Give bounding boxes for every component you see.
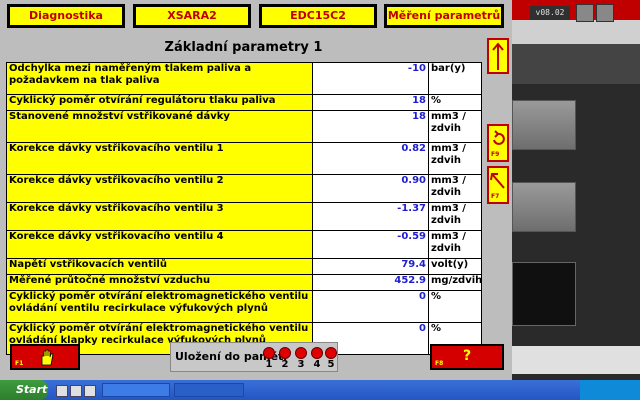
slot-number: 4 — [313, 359, 321, 370]
quicklaunch-icon[interactable] — [84, 385, 96, 397]
background-button — [512, 100, 576, 150]
parameter-label: Cyklický poměr otvírání regulátoru tlaku… — [6, 94, 313, 111]
background-button — [512, 182, 576, 232]
parameter-unit: mm3 / zdvih — [428, 174, 482, 203]
slot-indicator — [325, 347, 337, 359]
parameter-value: 0.82 — [312, 142, 429, 175]
parameter-unit: volt(y) — [428, 258, 482, 275]
parameter-unit: mm3 / zdvih — [428, 230, 482, 259]
tab-ecu[interactable]: EDC15C2 — [259, 4, 377, 28]
taskbar-window[interactable] — [174, 383, 244, 397]
tab-parameters[interactable]: Měření parametrů — [384, 4, 504, 28]
parameter-unit: mm3 / zdvih — [428, 142, 482, 175]
window-control[interactable] — [596, 4, 614, 22]
refresh-icon — [493, 130, 505, 145]
parameter-unit: mm3 / zdvih — [428, 110, 482, 143]
memory-slot-5[interactable]: 5 — [325, 347, 337, 371]
parameter-label: Korekce dávky vstřikovacího ventilu 4 — [6, 230, 313, 259]
slot-number: 1 — [265, 359, 273, 370]
tab-diagnostika[interactable]: Diagnostika — [7, 4, 125, 28]
window-control[interactable] — [576, 4, 594, 22]
parameter-value: 18 — [312, 94, 429, 111]
panel-title: Základní parametry 1 — [164, 40, 323, 55]
taskbar: Start — [0, 380, 640, 400]
graph-button[interactable]: F7 — [487, 166, 509, 204]
background-panel — [512, 346, 640, 374]
background-panel — [512, 20, 640, 44]
parameter-label: Cyklický poměr otvírání elektromagnetick… — [6, 290, 313, 323]
parameter-value: 18 — [312, 110, 429, 143]
quicklaunch-icon[interactable] — [56, 385, 68, 397]
parameter-unit: % — [428, 290, 482, 323]
memory-slot-1[interactable]: 1 — [263, 347, 275, 371]
table-row: Korekce dávky vstřikovacího ventilu 1 0.8… — [6, 142, 482, 175]
parameter-value: -10 — [312, 62, 429, 95]
slot-indicator — [295, 347, 307, 359]
memory-save-panel: Uložení do paměti 1 2 3 4 5 — [170, 342, 338, 372]
key-hint: F1 — [15, 360, 24, 367]
slot-number: 3 — [297, 359, 305, 370]
slot-indicator — [311, 347, 323, 359]
parameter-label: Měřené průtočné množství vzduchu — [6, 274, 313, 291]
slot-number: 5 — [327, 359, 335, 370]
table-row: Korekce dávky vstřikovacího ventilu 3 -1.… — [6, 202, 482, 231]
parameter-label: Korekce dávky vstřikovacího ventilu 2 — [6, 174, 313, 203]
start-button[interactable]: Start — [0, 380, 48, 400]
table-row: Cyklický poměr otvírání regulátoru tlaku… — [6, 94, 482, 111]
memory-slot-4[interactable]: 4 — [311, 347, 323, 371]
key-hint: F9 — [491, 151, 500, 158]
table-row: Korekce dávky vstřikovacího ventilu 4 -0.… — [6, 230, 482, 259]
parameters-table: Odchylka mezi naměřeným tlakem paliva a … — [6, 62, 482, 355]
parameter-unit: bar(y) — [428, 62, 482, 95]
key-hint: F8 — [435, 360, 444, 367]
table-row: Stanovené množství vstřikované dávky 18 mm… — [6, 110, 482, 143]
taskbar-window[interactable] — [102, 383, 170, 397]
table-row: Cyklický poměr otvírání elektromagnetick… — [6, 290, 482, 323]
table-row: Napětí vstřikovacích ventilů 79.4 volt(y) — [6, 258, 482, 275]
help-button[interactable]: ? F8 — [430, 344, 504, 370]
parameter-label: Odchylka mezi naměřeným tlakem paliva a … — [6, 62, 313, 95]
slot-indicator — [279, 347, 291, 359]
parameter-unit: mm3 / zdvih — [428, 202, 482, 231]
system-tray — [580, 380, 640, 400]
parameter-label: Korekce dávky vstřikovacího ventilu 1 — [6, 142, 313, 175]
slot-indicator — [263, 347, 275, 359]
table-row: Korekce dávky vstřikovacího ventilu 2 0.9… — [6, 174, 482, 203]
background-panel-dark — [512, 262, 576, 326]
parameter-unit: % — [428, 94, 482, 111]
parameter-label: Korekce dávky vstřikovacího ventilu 3 — [6, 202, 313, 231]
parameter-label: Stanovené množství vstřikované dávky — [6, 110, 313, 143]
parameter-value: 452.9 — [312, 274, 429, 291]
parameter-label: Napětí vstřikovacích ventilů — [6, 258, 313, 275]
memory-slot-2[interactable]: 2 — [279, 347, 291, 371]
scroll-up-button[interactable] — [487, 38, 509, 74]
parameter-value: 0 — [312, 290, 429, 323]
diagonal-arrow-icon — [490, 173, 505, 189]
version-label: v08.02 — [530, 6, 570, 20]
parameter-value: 79.4 — [312, 258, 429, 275]
hand-icon — [41, 349, 54, 366]
parameter-value: -1.37 — [312, 202, 429, 231]
diagnostic-window: Diagnostika XSARA2 EDC15C2 Měření parame… — [0, 0, 512, 380]
table-row: Měřené průtočné množství vzduchu 452.9 mg/… — [6, 274, 482, 291]
slot-number: 2 — [281, 359, 289, 370]
tab-vehicle[interactable]: XSARA2 — [133, 4, 251, 28]
parameter-unit: mg/zdvih — [428, 274, 482, 291]
stop-button[interactable]: F1 — [10, 344, 80, 370]
key-hint: F7 — [491, 193, 500, 200]
parameter-value: 0.90 — [312, 174, 429, 203]
background-band — [512, 44, 640, 84]
memory-slot-3[interactable]: 3 — [295, 347, 307, 371]
parameter-value: -0.59 — [312, 230, 429, 259]
table-row: Odchylka mezi naměřeným tlakem paliva a … — [6, 62, 482, 95]
refresh-button[interactable]: F9 — [487, 124, 509, 162]
quicklaunch-icon[interactable] — [70, 385, 82, 397]
arrow-up-icon — [492, 42, 504, 70]
